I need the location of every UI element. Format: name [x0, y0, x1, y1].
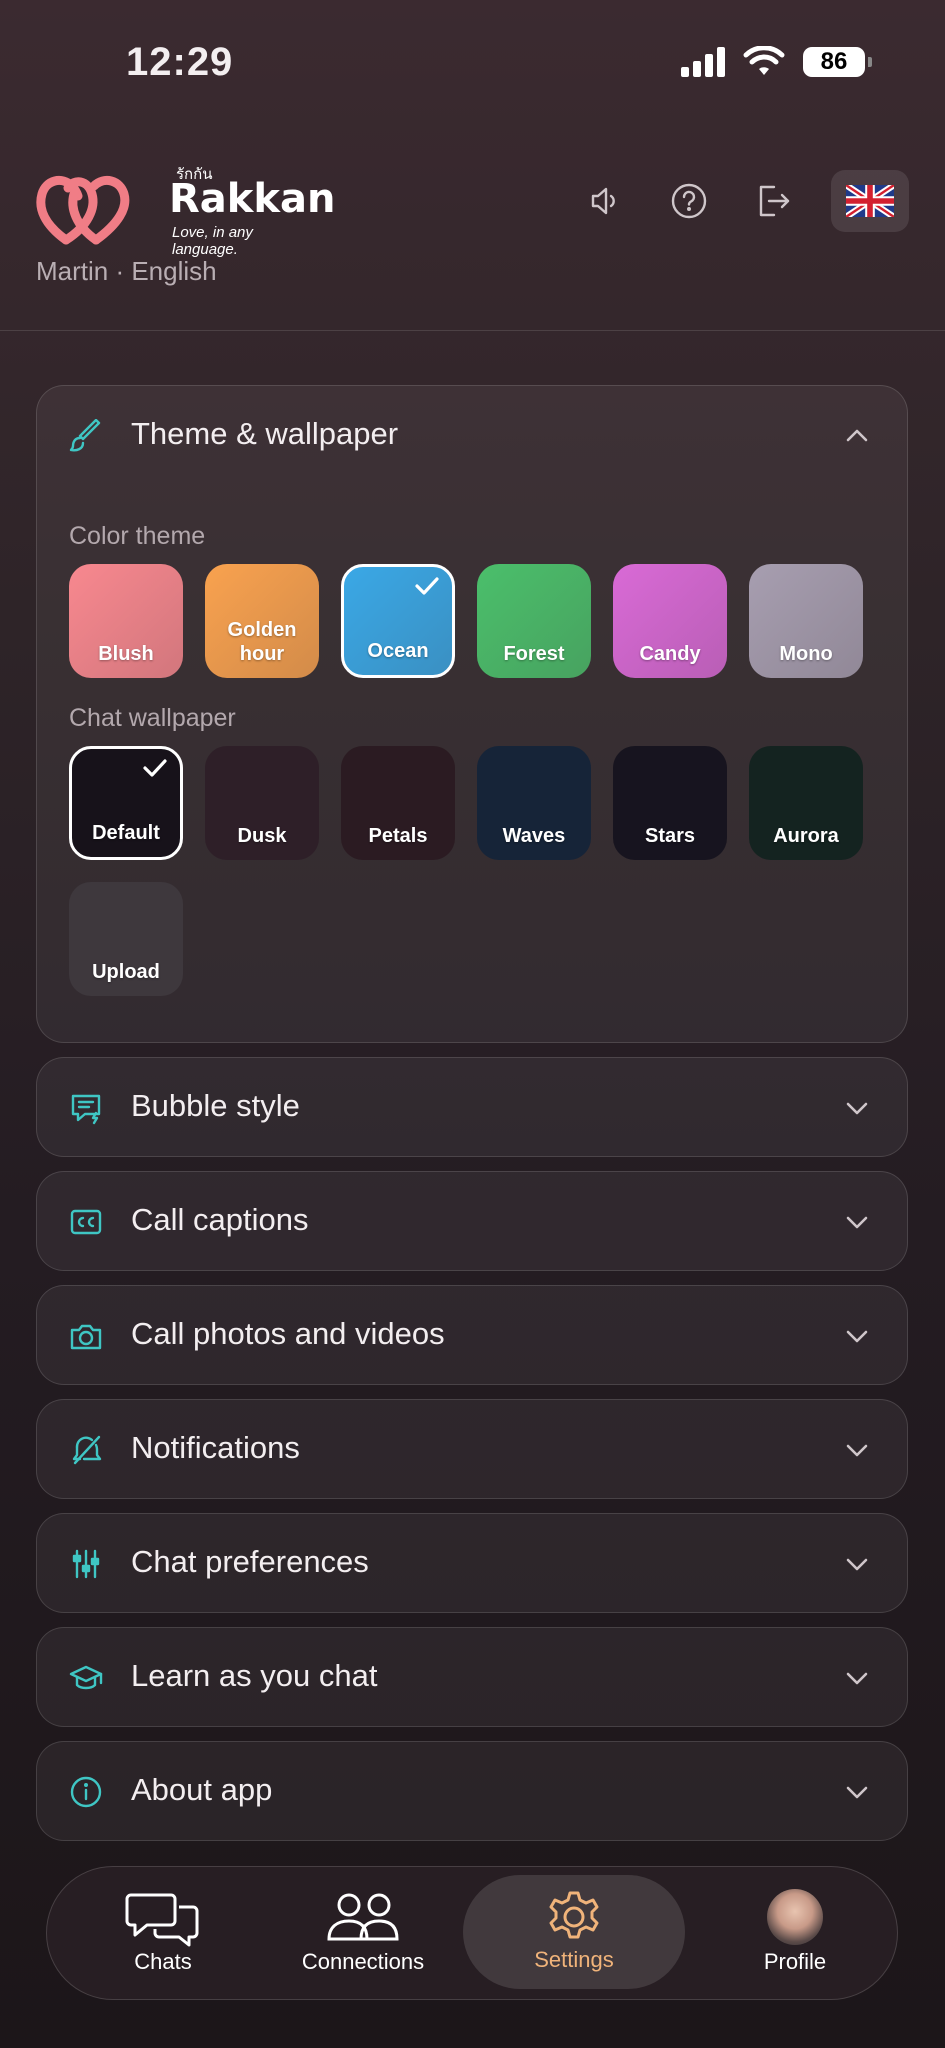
- wallpaper-swatch[interactable]: Petals: [341, 746, 455, 860]
- help-button[interactable]: [663, 175, 715, 227]
- swatch-label: Upload: [92, 961, 160, 983]
- hearts-logo-icon: [36, 175, 130, 245]
- tab-label: Settings: [534, 1947, 614, 1972]
- tab-chats[interactable]: Chats: [63, 1867, 263, 1997]
- tab-profile[interactable]: Profile: [695, 1867, 895, 1997]
- chevron-down-icon: [846, 1558, 868, 1571]
- settings-section-bubble-style[interactable]: Bubble style: [36, 1057, 908, 1157]
- panel-title: Theme & wallpaper: [131, 416, 399, 451]
- logo-wordmark: Rakkan: [169, 176, 336, 222]
- color-theme-swatch[interactable]: Forest: [477, 564, 591, 678]
- connections-icon: [327, 1893, 399, 1941]
- chevron-down-icon: [846, 1672, 868, 1685]
- rakkan-logo: รักกัน Rakkan Love, in any language.: [36, 160, 335, 258]
- swatch-label: Default: [92, 822, 160, 844]
- section-title: Call captions: [131, 1202, 309, 1237]
- wallpaper-swatch[interactable]: Stars: [613, 746, 727, 860]
- section-title: Call photos and videos: [131, 1316, 445, 1351]
- section-title: Learn as you chat: [131, 1658, 378, 1693]
- settings-section-notifications[interactable]: Notifications: [36, 1399, 908, 1499]
- chevron-up-icon: [846, 429, 868, 442]
- color-theme-swatch[interactable]: Candy: [613, 564, 727, 678]
- swatch-label: Dusk: [237, 825, 287, 847]
- status-icons: 86: [681, 46, 872, 78]
- captions-icon: [70, 1209, 102, 1235]
- swatch-label: Blush: [98, 643, 154, 665]
- swatch-label: Ocean: [367, 640, 429, 662]
- wallpaper-swatch[interactable]: Waves: [477, 746, 591, 860]
- settings-section-call-photos-and-videos[interactable]: Call photos and videos: [36, 1285, 908, 1385]
- header-actions: [579, 170, 909, 232]
- swatch-label: Forest: [503, 643, 565, 665]
- section-title: Chat preferences: [131, 1544, 369, 1579]
- tab-label: Connections: [301, 1949, 425, 1974]
- chevron-down-icon: [846, 1444, 868, 1457]
- bottom-tab-bar: Chats Connections Settings Profile: [46, 1866, 898, 2000]
- chevron-down-icon: [846, 1216, 868, 1229]
- section-title: Notifications: [131, 1430, 300, 1465]
- tab-connections[interactable]: Connections: [263, 1867, 463, 1997]
- battery-indicator: 86: [803, 47, 872, 77]
- swatch-label: Candy: [639, 643, 701, 665]
- section-title: About app: [131, 1772, 273, 1807]
- swatch-label: Golden hour: [227, 619, 297, 665]
- settings-icon: [549, 1891, 599, 1939]
- help-icon: [671, 183, 707, 219]
- color-theme-swatch[interactable]: Mono: [749, 564, 863, 678]
- language-flag-button[interactable]: [831, 170, 909, 232]
- wallpaper-swatch[interactable]: Dusk: [205, 746, 319, 860]
- camera-icon: [70, 1324, 102, 1350]
- speaker-button[interactable]: [579, 175, 631, 227]
- theme-wallpaper-panel: Theme & wallpaper Color theme Blush Golde…: [36, 385, 908, 1043]
- logo-tagline: Love, in any language.: [172, 224, 253, 258]
- tab-label: Profile: [763, 1949, 827, 1974]
- swatch-label: Aurora: [773, 825, 839, 847]
- swatch-label: Waves: [502, 825, 566, 847]
- settings-section-about-app[interactable]: About app: [36, 1741, 908, 1841]
- color-theme-swatch[interactable]: Blush: [69, 564, 183, 678]
- color-theme-label: Color theme: [69, 522, 206, 550]
- paintbrush-icon: [69, 419, 101, 452]
- section-title: Bubble style: [131, 1088, 300, 1123]
- wallpaper-swatch[interactable]: Default: [69, 746, 183, 860]
- tab-settings[interactable]: Settings: [463, 1875, 685, 1989]
- settings-section-learn-as-you-chat[interactable]: Learn as you chat: [36, 1627, 908, 1727]
- bell-off-icon: [72, 1435, 102, 1465]
- color-theme-swatch[interactable]: Ocean: [341, 564, 455, 678]
- status-time: 12:29: [126, 40, 234, 84]
- chevron-down-icon: [846, 1102, 868, 1115]
- checkmark-icon: [143, 759, 167, 777]
- chats-icon: [125, 1893, 199, 1947]
- swatch-label: Mono: [779, 643, 833, 665]
- signal-icon: [681, 47, 725, 77]
- speaker-icon: [591, 187, 615, 215]
- tab-label: Chats: [134, 1949, 192, 1974]
- avatar: [767, 1889, 823, 1945]
- sliders-icon: [72, 1549, 100, 1579]
- settings-section-call-captions[interactable]: Call captions: [36, 1171, 908, 1271]
- swatch-label: Stars: [644, 825, 696, 847]
- color-theme-swatch[interactable]: Golden hour: [205, 564, 319, 678]
- app-header: รักกัน Rakkan Love, in any language. Mar…: [0, 160, 945, 331]
- info-icon: [70, 1776, 102, 1808]
- chevron-down-icon: [846, 1786, 868, 1799]
- chat-wallpaper-label: Chat wallpaper: [69, 704, 236, 732]
- uk-flag-icon: [846, 185, 894, 217]
- graduation-cap-icon: [69, 1665, 103, 1690]
- status-bar: 12:29 86: [0, 0, 945, 120]
- wifi-icon: [743, 46, 785, 75]
- settings-section-chat-preferences[interactable]: Chat preferences: [36, 1513, 908, 1613]
- chevron-down-icon: [846, 1330, 868, 1343]
- message-icon: [71, 1094, 101, 1125]
- wallpaper-swatch[interactable]: Upload: [69, 882, 183, 996]
- logout-icon: [759, 185, 790, 217]
- user-language-line: Martin · English: [36, 256, 217, 286]
- wallpaper-swatch[interactable]: Aurora: [749, 746, 863, 860]
- checkmark-icon: [415, 577, 439, 595]
- logout-button[interactable]: [747, 175, 799, 227]
- theme-wallpaper-header[interactable]: Theme & wallpaper: [37, 386, 907, 484]
- swatch-label: Petals: [368, 825, 428, 847]
